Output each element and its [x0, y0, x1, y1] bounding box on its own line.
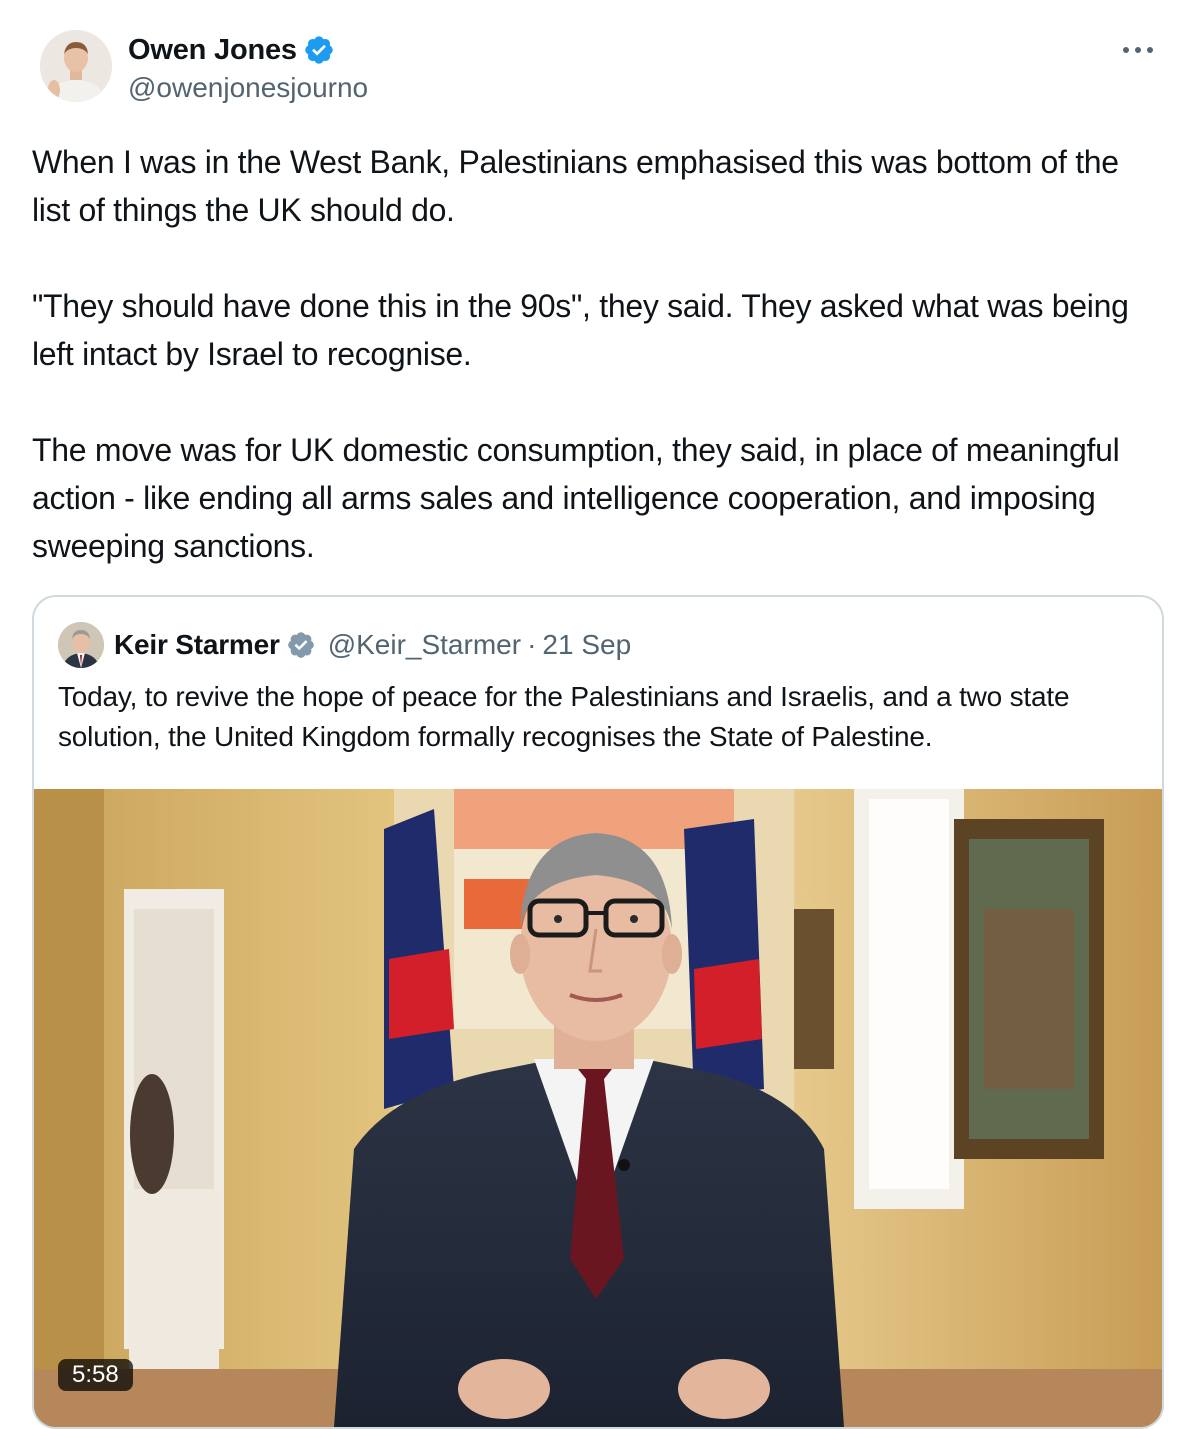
- verified-badge-grey-icon: [287, 632, 314, 658]
- tweet-paragraph: "They should have done this in the 90s",…: [32, 288, 1129, 372]
- tweet-text: When I was in the West Bank, Palestinian…: [32, 138, 1162, 570]
- quoted-author-name[interactable]: Keir Starmer: [114, 629, 280, 661]
- quoted-author-avatar[interactable]: [58, 622, 104, 668]
- quoted-tweet-header: Keir Starmer @Keir_Starmer · 21 Sep: [58, 621, 631, 669]
- video-duration-badge: 5:58: [58, 1359, 133, 1391]
- author-avatar[interactable]: [40, 30, 112, 102]
- meta-separator: ·: [527, 629, 537, 660]
- author-name[interactable]: Owen Jones: [128, 34, 297, 67]
- video-thumbnail: [34, 789, 1162, 1427]
- video-player[interactable]: 5:58: [34, 789, 1162, 1427]
- quoted-tweet-text: Today, to revive the hope of peace for t…: [58, 681, 1070, 752]
- author-handle[interactable]: @owenjonesjourno: [128, 72, 368, 104]
- tweet: Owen Jones @owenjonesjourno When I was i…: [0, 0, 1182, 1429]
- tweet-paragraph: When I was in the West Bank, Palestinian…: [32, 144, 1119, 228]
- more-options-button[interactable]: [1116, 30, 1160, 70]
- author-name-row[interactable]: Owen Jones: [128, 30, 335, 70]
- verified-badge-icon: [305, 36, 333, 64]
- more-dots-icon: [1123, 47, 1153, 53]
- quoted-author-handle[interactable]: @Keir_Starmer: [328, 629, 521, 661]
- quoted-tweet-card[interactable]: Keir Starmer @Keir_Starmer · 21 Sep Toda…: [32, 595, 1164, 1429]
- tweet-paragraph: The move was for UK domestic consumption…: [32, 432, 1120, 564]
- quoted-tweet-date[interactable]: 21 Sep: [542, 629, 631, 661]
